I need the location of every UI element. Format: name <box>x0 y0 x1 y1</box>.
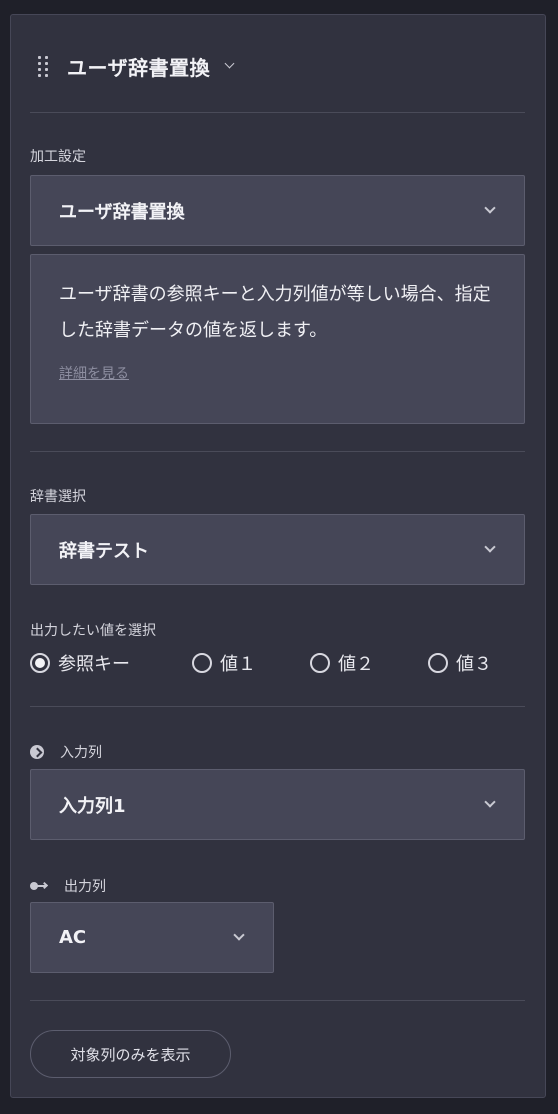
output-column-label: 出力列 <box>30 876 106 896</box>
description-text: ユーザ辞書の参照キーと入力列値が等しい場合、指定した辞書データの値を返します。 <box>59 284 491 341</box>
processing-label: 加工設定 <box>30 149 86 165</box>
radio-label: 参照キー <box>58 654 130 675</box>
radio-label: 値２ <box>338 654 374 675</box>
chevron-down-icon <box>484 541 496 553</box>
dictionary-label: 辞書選択 <box>30 489 86 505</box>
divider <box>30 1000 525 1001</box>
chevron-down-icon[interactable] <box>224 58 235 68</box>
input-arrow-icon <box>30 745 44 759</box>
input-column-label: 入力列 <box>30 742 102 762</box>
output-arrow-icon <box>30 881 50 891</box>
dictionary-select[interactable]: 辞書テスト <box>30 514 525 585</box>
radio-circle[interactable] <box>310 653 330 673</box>
divider <box>30 112 525 113</box>
radio-value-3[interactable]: 値３ <box>428 650 492 676</box>
input-column-select-value: 入力列1 <box>59 795 126 817</box>
output-column-label-text: 出力列 <box>64 879 106 895</box>
radio-circle[interactable] <box>30 653 50 673</box>
radio-reference-key[interactable]: 参照キー <box>30 650 130 676</box>
input-column-label-text: 入力列 <box>60 745 102 761</box>
chevron-down-icon <box>484 796 496 808</box>
divider <box>30 451 525 452</box>
divider <box>30 706 525 707</box>
show-target-columns-button[interactable]: 対象列のみを表示 <box>30 1030 231 1078</box>
details-link[interactable]: 詳細を見る <box>59 363 129 383</box>
radio-value-2[interactable]: 値２ <box>310 650 374 676</box>
chevron-down-icon <box>484 202 496 214</box>
radio-label: 値１ <box>220 654 256 675</box>
radio-label: 値３ <box>456 654 492 675</box>
input-column-select[interactable]: 入力列1 <box>30 769 525 840</box>
radio-circle[interactable] <box>192 653 212 673</box>
output-value-label: 出力したい値を選択 <box>30 623 156 639</box>
radio-circle[interactable] <box>428 653 448 673</box>
drag-handle-icon[interactable] <box>38 55 49 77</box>
chevron-down-icon <box>233 929 245 941</box>
radio-value-1[interactable]: 値１ <box>192 650 256 676</box>
processing-select-value: ユーザ辞書置換 <box>59 201 185 223</box>
processing-select[interactable]: ユーザ辞書置換 <box>30 175 525 246</box>
output-value-radio-group: 参照キー 値１ 値２ 値３ <box>30 648 525 678</box>
panel-header[interactable]: ユーザ辞書置換 <box>38 36 235 96</box>
header-title: ユーザ辞書置換 <box>67 55 211 80</box>
output-column-select-value: AC <box>59 927 87 948</box>
description-box: ユーザ辞書の参照キーと入力列値が等しい場合、指定した辞書データの値を返します。 … <box>30 254 525 424</box>
dictionary-select-value: 辞書テスト <box>59 540 149 562</box>
output-column-select[interactable]: AC <box>30 902 274 973</box>
